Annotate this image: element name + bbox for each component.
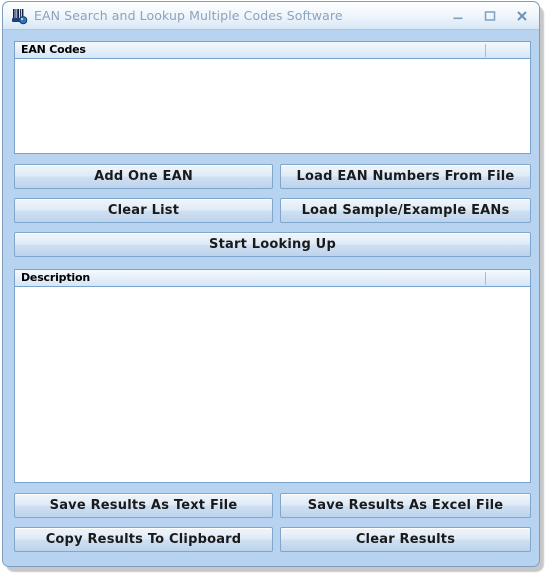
title-bar: EAN Search and Lookup Multiple Codes Sof… (3, 2, 539, 30)
barcode-app-icon (11, 8, 28, 25)
results-description-list[interactable]: Description (14, 269, 531, 483)
ean-codes-list[interactable]: EAN Codes (14, 41, 531, 154)
save-results-as-excel-file-button[interactable]: Save Results As Excel File (280, 493, 531, 518)
maximize-icon[interactable] (481, 7, 499, 25)
application-window: EAN Search and Lookup Multiple Codes Sof… (2, 1, 540, 567)
results-rows[interactable] (15, 287, 530, 482)
clear-list-button[interactable]: Clear List (14, 198, 273, 223)
ean-codes-rows[interactable] (15, 59, 530, 153)
description-column-header[interactable]: Description (21, 271, 90, 284)
clear-results-button[interactable]: Clear Results (280, 527, 531, 552)
add-one-ean-button[interactable]: Add One EAN (14, 164, 273, 189)
column-divider[interactable] (485, 44, 486, 57)
ean-codes-column-header[interactable]: EAN Codes (21, 43, 86, 56)
load-sample-example-eans-button[interactable]: Load Sample/Example EANs (280, 198, 531, 223)
load-ean-numbers-from-file-button[interactable]: Load EAN Numbers From File (280, 164, 531, 189)
save-results-as-text-file-button[interactable]: Save Results As Text File (14, 493, 273, 518)
start-looking-up-button[interactable]: Start Looking Up (14, 232, 531, 257)
window-title: EAN Search and Lookup Multiple Codes Sof… (34, 8, 343, 23)
copy-results-to-clipboard-button[interactable]: Copy Results To Clipboard (14, 527, 273, 552)
ean-codes-header-row: EAN Codes (15, 42, 530, 59)
client-area: EAN Codes Add One EAN Load EAN Numbers F… (3, 30, 539, 566)
desktop-background: EAN Search and Lookup Multiple Codes Sof… (0, 0, 550, 576)
minimize-icon[interactable] (449, 7, 467, 25)
column-divider[interactable] (485, 272, 486, 285)
window-controls (449, 2, 531, 30)
description-header-row: Description (15, 270, 530, 287)
close-icon[interactable] (513, 7, 531, 25)
